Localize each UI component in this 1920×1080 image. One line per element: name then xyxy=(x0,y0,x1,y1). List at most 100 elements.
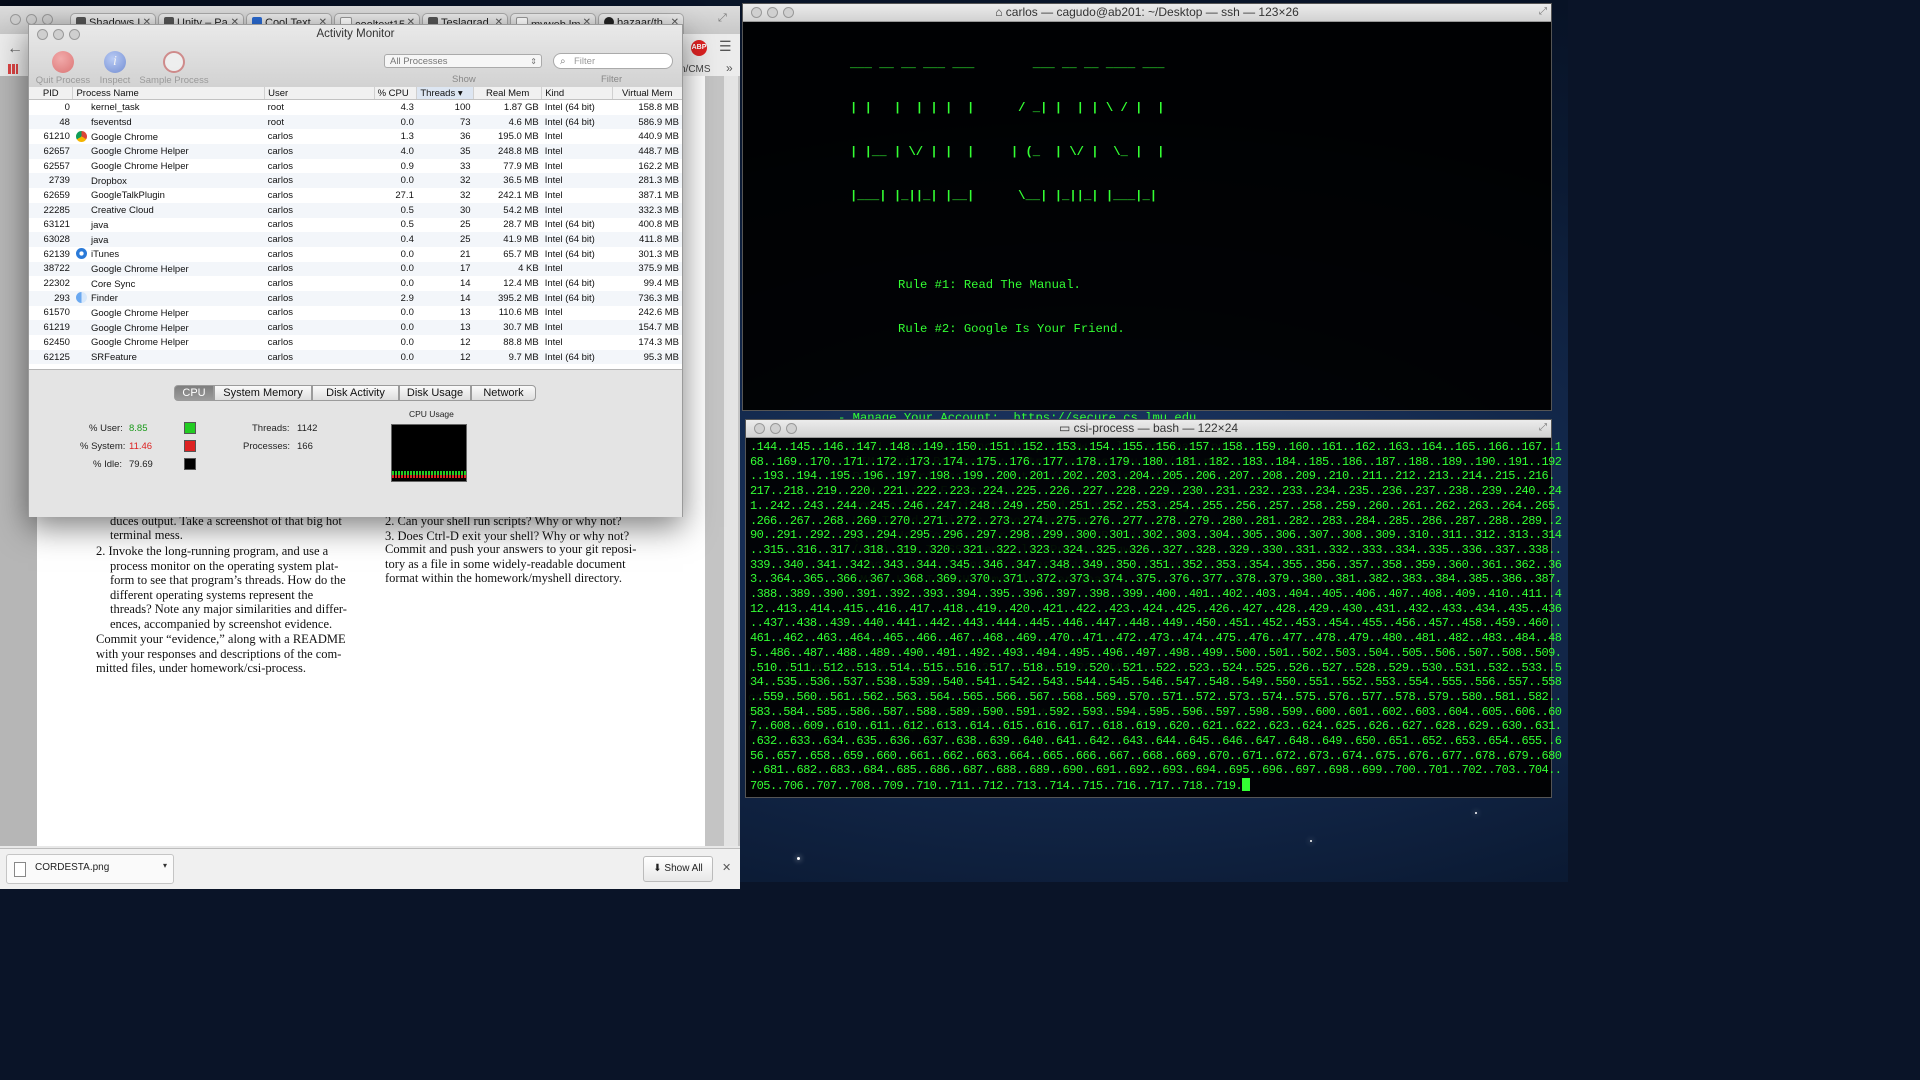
cell-threads: 21 xyxy=(459,248,471,260)
column-header-threads[interactable]: Threads ▾ xyxy=(416,87,475,100)
column-header-user[interactable]: User xyxy=(264,87,375,100)
table-row[interactable]: 62450 Google Chrome Helper carlos 0.0 12 88.8… xyxy=(29,335,682,350)
table-row[interactable]: 62139 iTunes carlos 0.0 21 65.7 MB Intel (64 b… xyxy=(29,247,682,262)
cell-cpu: 0.0 xyxy=(400,278,414,290)
show-select[interactable]: All Processes ⇕ xyxy=(384,54,542,68)
cpu-graph-green-band xyxy=(392,471,466,475)
minimize-window-button[interactable] xyxy=(767,7,778,18)
table-row[interactable]: 62125 SRFeature carlos 0.0 12 9.7 MB Intel (64… xyxy=(29,349,682,365)
cell-cpu: 0.0 xyxy=(374,320,417,335)
threads-value: 1142 xyxy=(297,423,318,434)
cell-pid: 63028 xyxy=(29,232,73,247)
table-row[interactable]: 62657 Google Chrome Helper carlos 4.0 35 248.… xyxy=(29,144,682,159)
table-row[interactable]: 2739 Dropbox carlos 0.0 32 36.5 MB Intel 281.3 … xyxy=(29,173,682,189)
tab-disk-activity[interactable]: Disk Activity xyxy=(312,385,399,401)
terminal-title: carlos — cagudo@ab201: ~/Desktop — ssh —… xyxy=(1005,5,1299,19)
fullscreen-icon[interactable]: ⤢ xyxy=(1539,422,1547,433)
table-row[interactable]: 63121 java carlos 0.5 25 28.7 MB Intel (64 bit… xyxy=(29,218,682,233)
column-header-kind[interactable]: Kind xyxy=(541,87,613,100)
idle-color-swatch[interactable] xyxy=(184,458,196,470)
column-header-process-name[interactable]: Process Name xyxy=(72,87,266,100)
tab-cpu[interactable]: CPU xyxy=(174,385,214,401)
process-table-body: 0 kernel_task root 4.3 100 1.87 GB Intel (64 b… xyxy=(29,100,682,365)
cell-virtual-mem: 440.9 MB xyxy=(638,131,679,143)
close-window-button[interactable] xyxy=(751,7,762,18)
output-line: 68..169..170..171..172..173..174..175..1… xyxy=(750,454,1562,469)
minimize-window-button[interactable] xyxy=(770,423,781,434)
system-color-swatch[interactable] xyxy=(184,440,196,452)
cell-pid: 38722 xyxy=(29,261,73,277)
quit-process-button[interactable]: Quit Process xyxy=(33,51,93,86)
table-row[interactable]: 61570 Google Chrome Helper carlos 0.0 13 110.… xyxy=(29,306,682,321)
fullscreen-icon[interactable]: ⤢ xyxy=(1539,6,1547,17)
inspect-button[interactable]: i Inspect xyxy=(85,51,145,86)
output-line: 56..657..658..659..660..661..662..663..6… xyxy=(750,748,1562,763)
tab-network[interactable]: Network xyxy=(471,385,536,401)
table-row[interactable]: 0 kernel_task root 4.3 100 1.87 GB Intel (64 b… xyxy=(29,100,682,115)
menu-icon[interactable]: ☰ xyxy=(719,38,732,55)
column-header-cpu[interactable]: % CPU xyxy=(374,87,418,100)
zoom-window-button[interactable] xyxy=(786,423,797,434)
table-row[interactable]: 293 Finder carlos 2.9 14 395.2 MB Intel (64 bi… xyxy=(29,290,682,306)
bash-terminal-output[interactable]: .144..145..146..147..148..149..150..151.… xyxy=(750,440,1562,794)
table-row[interactable]: 61210 Google Chrome carlos 1.3 36 195.0 MB Int… xyxy=(29,129,682,144)
download-item[interactable]: CORDESTA.png ▾ xyxy=(6,854,174,884)
table-row[interactable]: 63028 java carlos 0.4 25 41.9 MB Intel (64 bit… xyxy=(29,232,682,247)
process-name-label: fseventsd xyxy=(90,117,132,129)
user-color-swatch[interactable] xyxy=(184,422,196,434)
chevron-down-icon[interactable]: ▾ xyxy=(163,861,167,870)
cell-pid: 62657 xyxy=(29,144,73,159)
table-row[interactable]: 22285 Creative Cloud carlos 0.5 30 54.2 MB Int… xyxy=(29,202,682,218)
table-row[interactable]: 48 fseventsd root 0.0 73 4.6 MB Intel (64 bit)… xyxy=(29,114,682,130)
column-header-virtual-mem[interactable]: Virtual Mem xyxy=(612,87,682,100)
close-window-button[interactable] xyxy=(10,14,21,25)
cell-threads: 32 xyxy=(416,173,474,189)
process-name-label: SRFeature xyxy=(90,352,137,364)
cell-pid: 62139 xyxy=(43,248,70,260)
cell-pid: 62450 xyxy=(43,336,70,348)
close-downloads-icon[interactable]: ✕ xyxy=(722,861,731,874)
column-header-real-mem[interactable]: Real Mem xyxy=(473,87,543,100)
cell-user: carlos xyxy=(264,202,375,218)
output-line: ..315..316..317..318..319..320..321..322… xyxy=(750,542,1562,557)
cell-kind: Intel xyxy=(544,307,563,319)
back-arrow-icon[interactable]: ← xyxy=(7,40,23,58)
doc-commit-right: Commit and push your answers to your git… xyxy=(385,542,655,586)
tab-system-memory[interactable]: System Memory xyxy=(214,385,312,401)
cell-pid: 62659 xyxy=(43,189,70,201)
cell-real-mem: 88.8 MB xyxy=(503,336,539,348)
apps-grid-icon[interactable] xyxy=(8,64,18,74)
cell-kind: Intel xyxy=(544,160,563,172)
vertical-scrollbar[interactable] xyxy=(724,76,738,846)
cell-cpu: 0.5 xyxy=(400,219,414,231)
column-header-pid[interactable]: PID xyxy=(29,87,74,100)
cell-cpu: 0.5 xyxy=(374,202,417,218)
address-bar-tail[interactable]: n/CMS xyxy=(680,64,711,75)
more-bookmarks-icon[interactable]: » xyxy=(726,61,733,75)
cell-cpu: 4.3 xyxy=(400,101,414,113)
cell-threads: 14 xyxy=(416,290,474,306)
fullscreen-icon[interactable]: ⤢ xyxy=(718,12,727,25)
gauge-icon xyxy=(163,51,185,73)
output-line: ..193..194..195..196..197..198..199..200… xyxy=(750,469,1555,484)
cell-kind: Intel (64 bit) xyxy=(541,114,613,130)
table-row[interactable]: 38722 Google Chrome Helper carlos 0.0 17 4 KB… xyxy=(29,261,682,277)
show-all-button[interactable]: ⬇ Show All xyxy=(643,856,713,882)
adblock-icon[interactable]: ABP xyxy=(691,40,707,56)
zoom-window-button[interactable] xyxy=(783,7,794,18)
process-name-label: Google Chrome Helper xyxy=(90,263,189,275)
table-row[interactable]: 61219 Google Chrome Helper carlos 0.0 13 30.7… xyxy=(29,320,682,335)
close-window-button[interactable] xyxy=(754,423,765,434)
table-row[interactable]: 22302 Core Sync carlos 0.0 14 12.4 MB Intel (6… xyxy=(29,276,682,291)
tab-disk-usage[interactable]: Disk Usage xyxy=(399,385,471,401)
cell-virtual-mem: 411.8 MB xyxy=(612,232,682,247)
filter-search-input[interactable]: ⌕ Filter xyxy=(553,53,673,69)
sample-process-button[interactable]: Sample Process xyxy=(139,51,209,86)
table-row[interactable]: 62557 Google Chrome Helper carlos 0.9 33 77.9… xyxy=(29,159,682,174)
cell-virtual-mem: 332.3 MB xyxy=(612,202,682,218)
stop-icon xyxy=(52,51,74,73)
cell-pid: 0 xyxy=(64,101,70,113)
table-row[interactable]: 62659 GoogleTalkPlugin carlos 27.1 32 242.1 M… xyxy=(29,188,682,203)
cell-real-mem: 41.9 MB xyxy=(473,232,542,247)
cell-real-mem: 242.1 MB xyxy=(498,189,539,201)
